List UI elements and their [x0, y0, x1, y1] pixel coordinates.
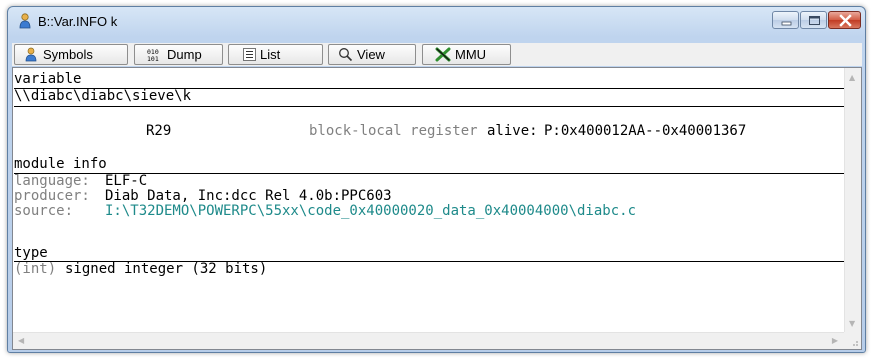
person-icon [19, 13, 31, 29]
language-value: ELF-C [105, 173, 148, 189]
title-bar[interactable]: B::Var.INFO k [8, 7, 865, 35]
symbols-button[interactable]: Symbols [14, 44, 128, 65]
grip-dots [853, 341, 858, 346]
source-label: source: [14, 203, 74, 219]
svg-text:101: 101 [147, 55, 159, 62]
magnifier-icon [339, 48, 353, 62]
maximize-button[interactable] [800, 11, 827, 29]
module-info-heading: module info [14, 156, 107, 172]
register-name: R29 [146, 123, 172, 139]
type-description: signed integer (32 bits) [65, 261, 268, 277]
scroll-right-arrow-icon[interactable]: ▶ [832, 336, 838, 345]
close-icon [839, 14, 852, 27]
close-button[interactable] [828, 11, 861, 29]
maximize-icon [809, 16, 820, 25]
variable-heading: variable [14, 71, 82, 87]
info-content-area[interactable]: variable \\diabc\diabc\sieve\k R29 block… [12, 67, 862, 350]
scroll-left-arrow-icon[interactable]: ◀ [18, 336, 24, 345]
view-label: View [357, 47, 385, 62]
minimize-icon [781, 21, 792, 26]
scroll-down-arrow-icon[interactable]: ▼ [849, 319, 855, 328]
vertical-scrollbar[interactable]: ▲ ▼ [844, 68, 861, 332]
mmu-icon [435, 47, 451, 62]
dump-button[interactable]: 010 101 Dump [134, 44, 223, 65]
alive-range: P:0x400012AA--0x40001367 [544, 123, 747, 139]
list-label: List [260, 47, 281, 62]
var-info-window: B::Var.INFO k Symbols 010 101 Dump List … [7, 6, 866, 353]
section-divider [14, 106, 844, 107]
scope-label: block-local register [309, 123, 478, 139]
view-button[interactable]: View [328, 44, 416, 65]
person-icon [25, 47, 37, 62]
binary-dump-icon: 010 101 [147, 48, 159, 62]
producer-value: Diab Data, Inc:dcc Rel 4.0b:PPC603 [105, 188, 392, 204]
language-label: language: [14, 173, 90, 189]
list-button[interactable]: List [228, 44, 323, 65]
window-title: B::Var.INFO k [38, 14, 118, 29]
scroll-up-arrow-icon[interactable]: ▲ [849, 73, 855, 82]
resize-grip-icon[interactable] [844, 332, 861, 349]
producer-label: producer: [14, 188, 90, 204]
type-heading: type [14, 245, 48, 261]
dump-label: Dump [167, 47, 202, 62]
alive-label: alive: [487, 123, 538, 139]
mmu-button[interactable]: MMU [422, 44, 511, 65]
type-kind: (int) [14, 261, 57, 277]
symbols-label: Symbols [43, 47, 93, 62]
variable-path: \\diabc\diabc\sieve\k [14, 88, 192, 104]
minimize-button[interactable] [772, 11, 799, 29]
list-icon [243, 48, 256, 61]
source-path-link[interactable]: I:\T32DEMO\POWERPC\55xx\code_0x40000020_… [105, 204, 636, 219]
horizontal-scrollbar[interactable]: ◀ ▶ [13, 332, 844, 349]
toolbar: Symbols 010 101 Dump List View MMU [12, 43, 862, 66]
mmu-label: MMU [455, 47, 487, 62]
